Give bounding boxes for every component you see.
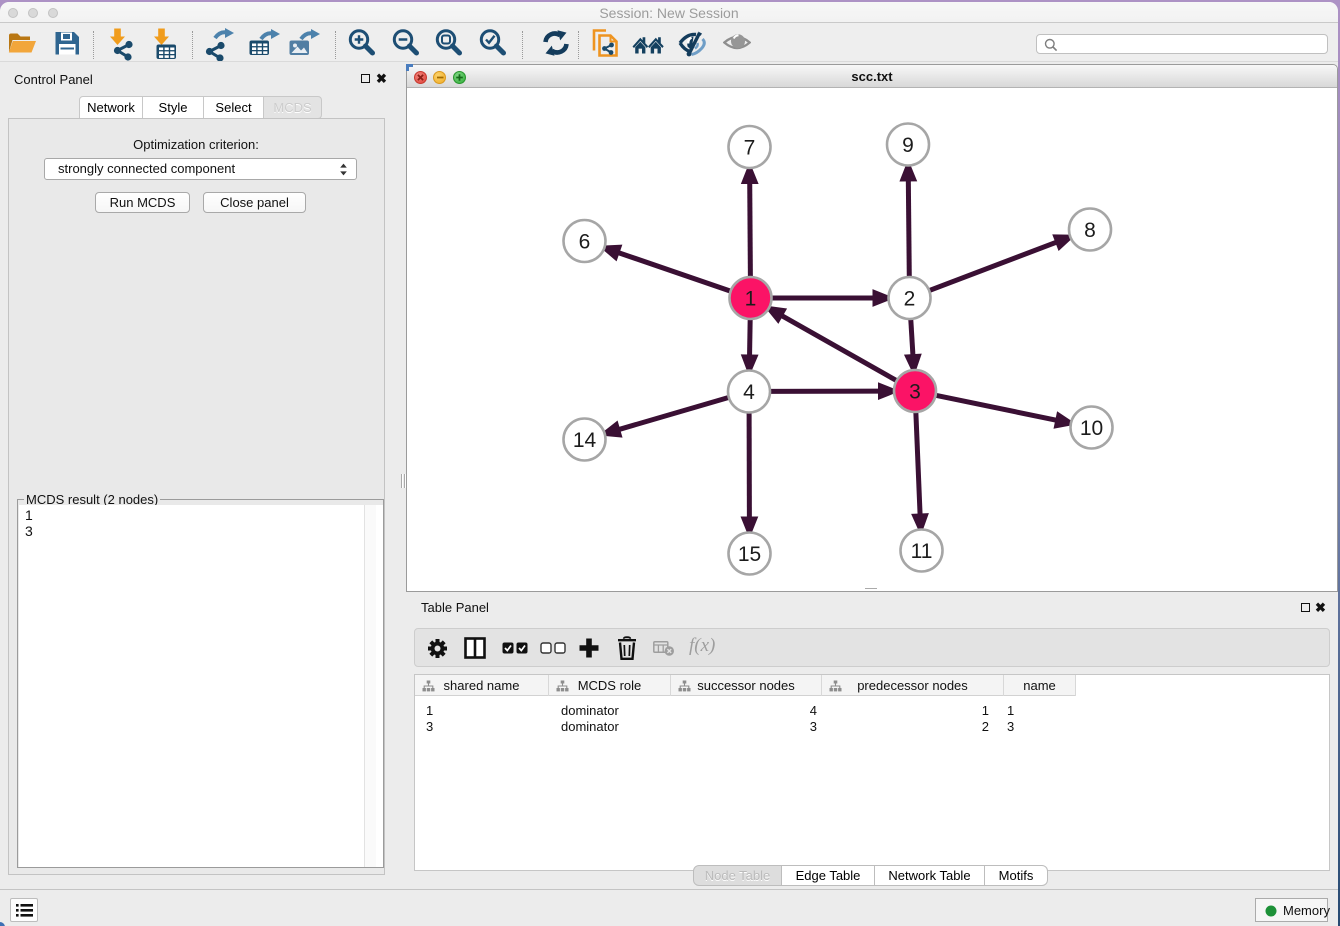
svg-text:10: 10 (1080, 417, 1103, 440)
svg-text:4: 4 (743, 381, 755, 404)
svg-text:2: 2 (904, 288, 916, 311)
svg-text:8: 8 (1084, 219, 1096, 242)
svg-text:7: 7 (744, 137, 756, 160)
svg-text:14: 14 (573, 429, 597, 452)
svg-text:6: 6 (579, 231, 591, 254)
svg-text:11: 11 (911, 540, 933, 563)
svg-text:1: 1 (745, 288, 757, 311)
svg-text:9: 9 (902, 134, 914, 157)
svg-text:15: 15 (738, 543, 761, 566)
svg-text:3: 3 (909, 381, 921, 404)
